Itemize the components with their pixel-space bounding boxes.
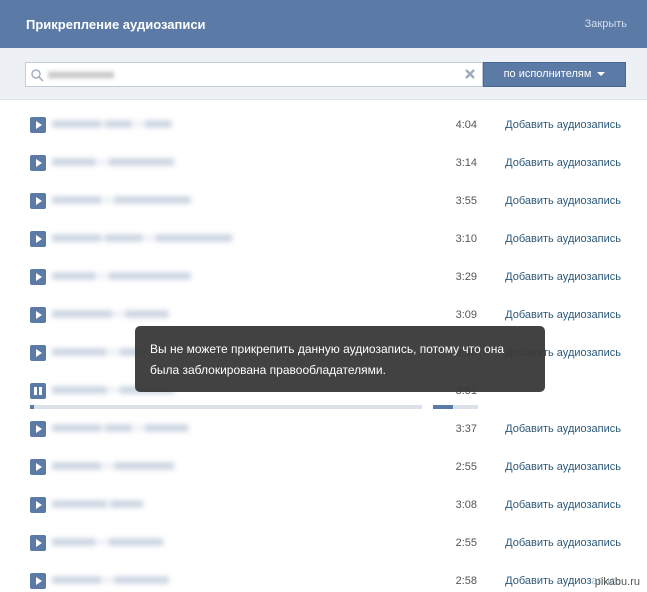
play-icon[interactable] bbox=[30, 573, 46, 589]
volume-level-fill bbox=[433, 405, 454, 409]
tooltip-text: Вы не можете прикрепить данную аудиозапи… bbox=[150, 342, 505, 377]
audio-row[interactable]: ххххххххх – ххххххххххх 2:55 Добавить ауди… bbox=[0, 448, 647, 486]
add-audio-link[interactable]: Добавить аудиозапись bbox=[505, 461, 621, 473]
audio-duration: 3:08 bbox=[455, 499, 477, 511]
play-icon[interactable] bbox=[30, 497, 46, 513]
audio-title[interactable]: ххххххххх ххххххх – хххххххххххххх bbox=[52, 232, 232, 244]
playback-progress-bar[interactable] bbox=[30, 405, 422, 409]
add-audio-link[interactable]: Добавить аудиозапись bbox=[505, 157, 621, 169]
audio-duration: 4:04 bbox=[455, 119, 477, 131]
audio-title[interactable]: хххххххххх хххххх bbox=[52, 498, 143, 510]
play-icon[interactable] bbox=[30, 535, 46, 551]
audio-duration: 3:14 bbox=[455, 157, 477, 169]
blocked-audio-tooltip: Вы не можете прикрепить данную аудиозапи… bbox=[135, 326, 545, 392]
audio-title[interactable]: ххххххххх – ххххххххххх bbox=[52, 460, 174, 472]
audio-duration: 2:55 bbox=[455, 537, 477, 549]
play-icon[interactable] bbox=[30, 117, 46, 133]
audio-duration: 3:55 bbox=[455, 195, 477, 207]
audio-row[interactable]: ххххххххх ххххххх – хххххххххххххх 3:10 До… bbox=[0, 220, 647, 258]
close-button[interactable]: Закрыть bbox=[585, 18, 627, 30]
audio-title[interactable]: хххххххх – хххххххххххх bbox=[52, 156, 174, 168]
play-icon[interactable] bbox=[30, 269, 46, 285]
chevron-down-icon bbox=[597, 72, 606, 76]
play-icon[interactable] bbox=[30, 459, 46, 475]
audio-title[interactable]: ххххххххххх – хххххххх bbox=[52, 308, 169, 320]
audio-duration: 3:10 bbox=[455, 233, 477, 245]
watermark: pikabu.ru bbox=[591, 576, 643, 588]
search-field[interactable] bbox=[25, 62, 483, 87]
search-bar: по исполнителям bbox=[0, 48, 647, 100]
audio-title[interactable]: ххххххххх – хххххххххх bbox=[52, 574, 169, 586]
search-input[interactable] bbox=[48, 66, 458, 83]
audio-title[interactable]: хххххххх – хххххххххх bbox=[52, 536, 163, 548]
audio-row[interactable]: ххххххххх ххххх – хххххххх 3:37 Добавить а… bbox=[0, 410, 647, 448]
audio-row[interactable]: хххххххх – хххххххххх 2:55 Добавить аудиоз… bbox=[0, 524, 647, 562]
audio-duration: 2:55 bbox=[455, 461, 477, 473]
audio-title[interactable]: ххххххххх ххххх – ххххх bbox=[52, 118, 172, 130]
audio-row[interactable]: хххххххххх хххххх 3:08 Добавить аудиозапис… bbox=[0, 486, 647, 524]
add-audio-link[interactable]: Добавить аудиозапись bbox=[505, 309, 621, 321]
play-icon[interactable] bbox=[30, 421, 46, 437]
pause-icon[interactable] bbox=[30, 383, 46, 399]
add-audio-link[interactable]: Добавить аудиозапись bbox=[505, 119, 621, 131]
play-icon[interactable] bbox=[30, 307, 46, 323]
search-filter-dropdown[interactable]: по исполнителям bbox=[483, 62, 626, 87]
search-icon bbox=[31, 69, 44, 82]
add-audio-link[interactable]: Добавить аудиозапись bbox=[505, 233, 621, 245]
audio-row[interactable]: ххххххххх ххххх – ххххх 4:04 Добавить ауди… bbox=[0, 106, 647, 144]
add-audio-link[interactable]: Добавить аудиозапись bbox=[505, 195, 621, 207]
dialog-header: Прикрепление аудиозаписи Закрыть bbox=[0, 0, 647, 48]
audio-title[interactable]: ххххххххх – хххххххххххххх bbox=[52, 194, 191, 206]
playback-progress-fill bbox=[30, 405, 34, 409]
attach-audio-dialog: Прикрепление аудиозаписи Закрыть по испо… bbox=[0, 0, 647, 592]
add-audio-link[interactable]: Добавить аудиозапись bbox=[505, 499, 621, 511]
volume-slider[interactable] bbox=[433, 405, 478, 409]
audio-duration: 3:29 bbox=[455, 271, 477, 283]
audio-duration: 3:09 bbox=[455, 309, 477, 321]
audio-row[interactable]: хххххххх – хххххххххххх 3:14 Добавить ауди… bbox=[0, 144, 647, 182]
add-audio-link[interactable]: Добавить аудиозапись bbox=[505, 271, 621, 283]
clear-icon[interactable] bbox=[464, 68, 476, 80]
add-audio-link[interactable]: Добавить аудиозапись bbox=[505, 537, 621, 549]
add-audio-link[interactable]: Добавить аудиозапись bbox=[505, 423, 621, 435]
audio-title[interactable]: хххххххх – ххххххххххххххх bbox=[52, 270, 191, 282]
play-icon[interactable] bbox=[30, 231, 46, 247]
audio-title[interactable]: ххххххххх ххххх – хххххххх bbox=[52, 422, 188, 434]
audio-row[interactable]: ххххххххх – хххххххххххххх 3:55 Добавить а… bbox=[0, 182, 647, 220]
audio-duration: 2:58 bbox=[455, 575, 477, 587]
audio-title[interactable]: хххххххххх – ххххх bbox=[52, 346, 147, 358]
play-icon[interactable] bbox=[30, 155, 46, 171]
audio-duration: 3:37 bbox=[455, 423, 477, 435]
audio-row[interactable]: ххххххххх – хххххххххх 2:58 Добавить аудио… bbox=[0, 562, 647, 592]
dialog-title: Прикрепление аудиозаписи bbox=[26, 17, 206, 32]
play-icon[interactable] bbox=[30, 193, 46, 209]
play-icon[interactable] bbox=[30, 345, 46, 361]
audio-row[interactable]: хххххххх – ххххххххххххххх 3:29 Добавить а… bbox=[0, 258, 647, 296]
search-filter-label: по исполнителям bbox=[503, 68, 592, 80]
